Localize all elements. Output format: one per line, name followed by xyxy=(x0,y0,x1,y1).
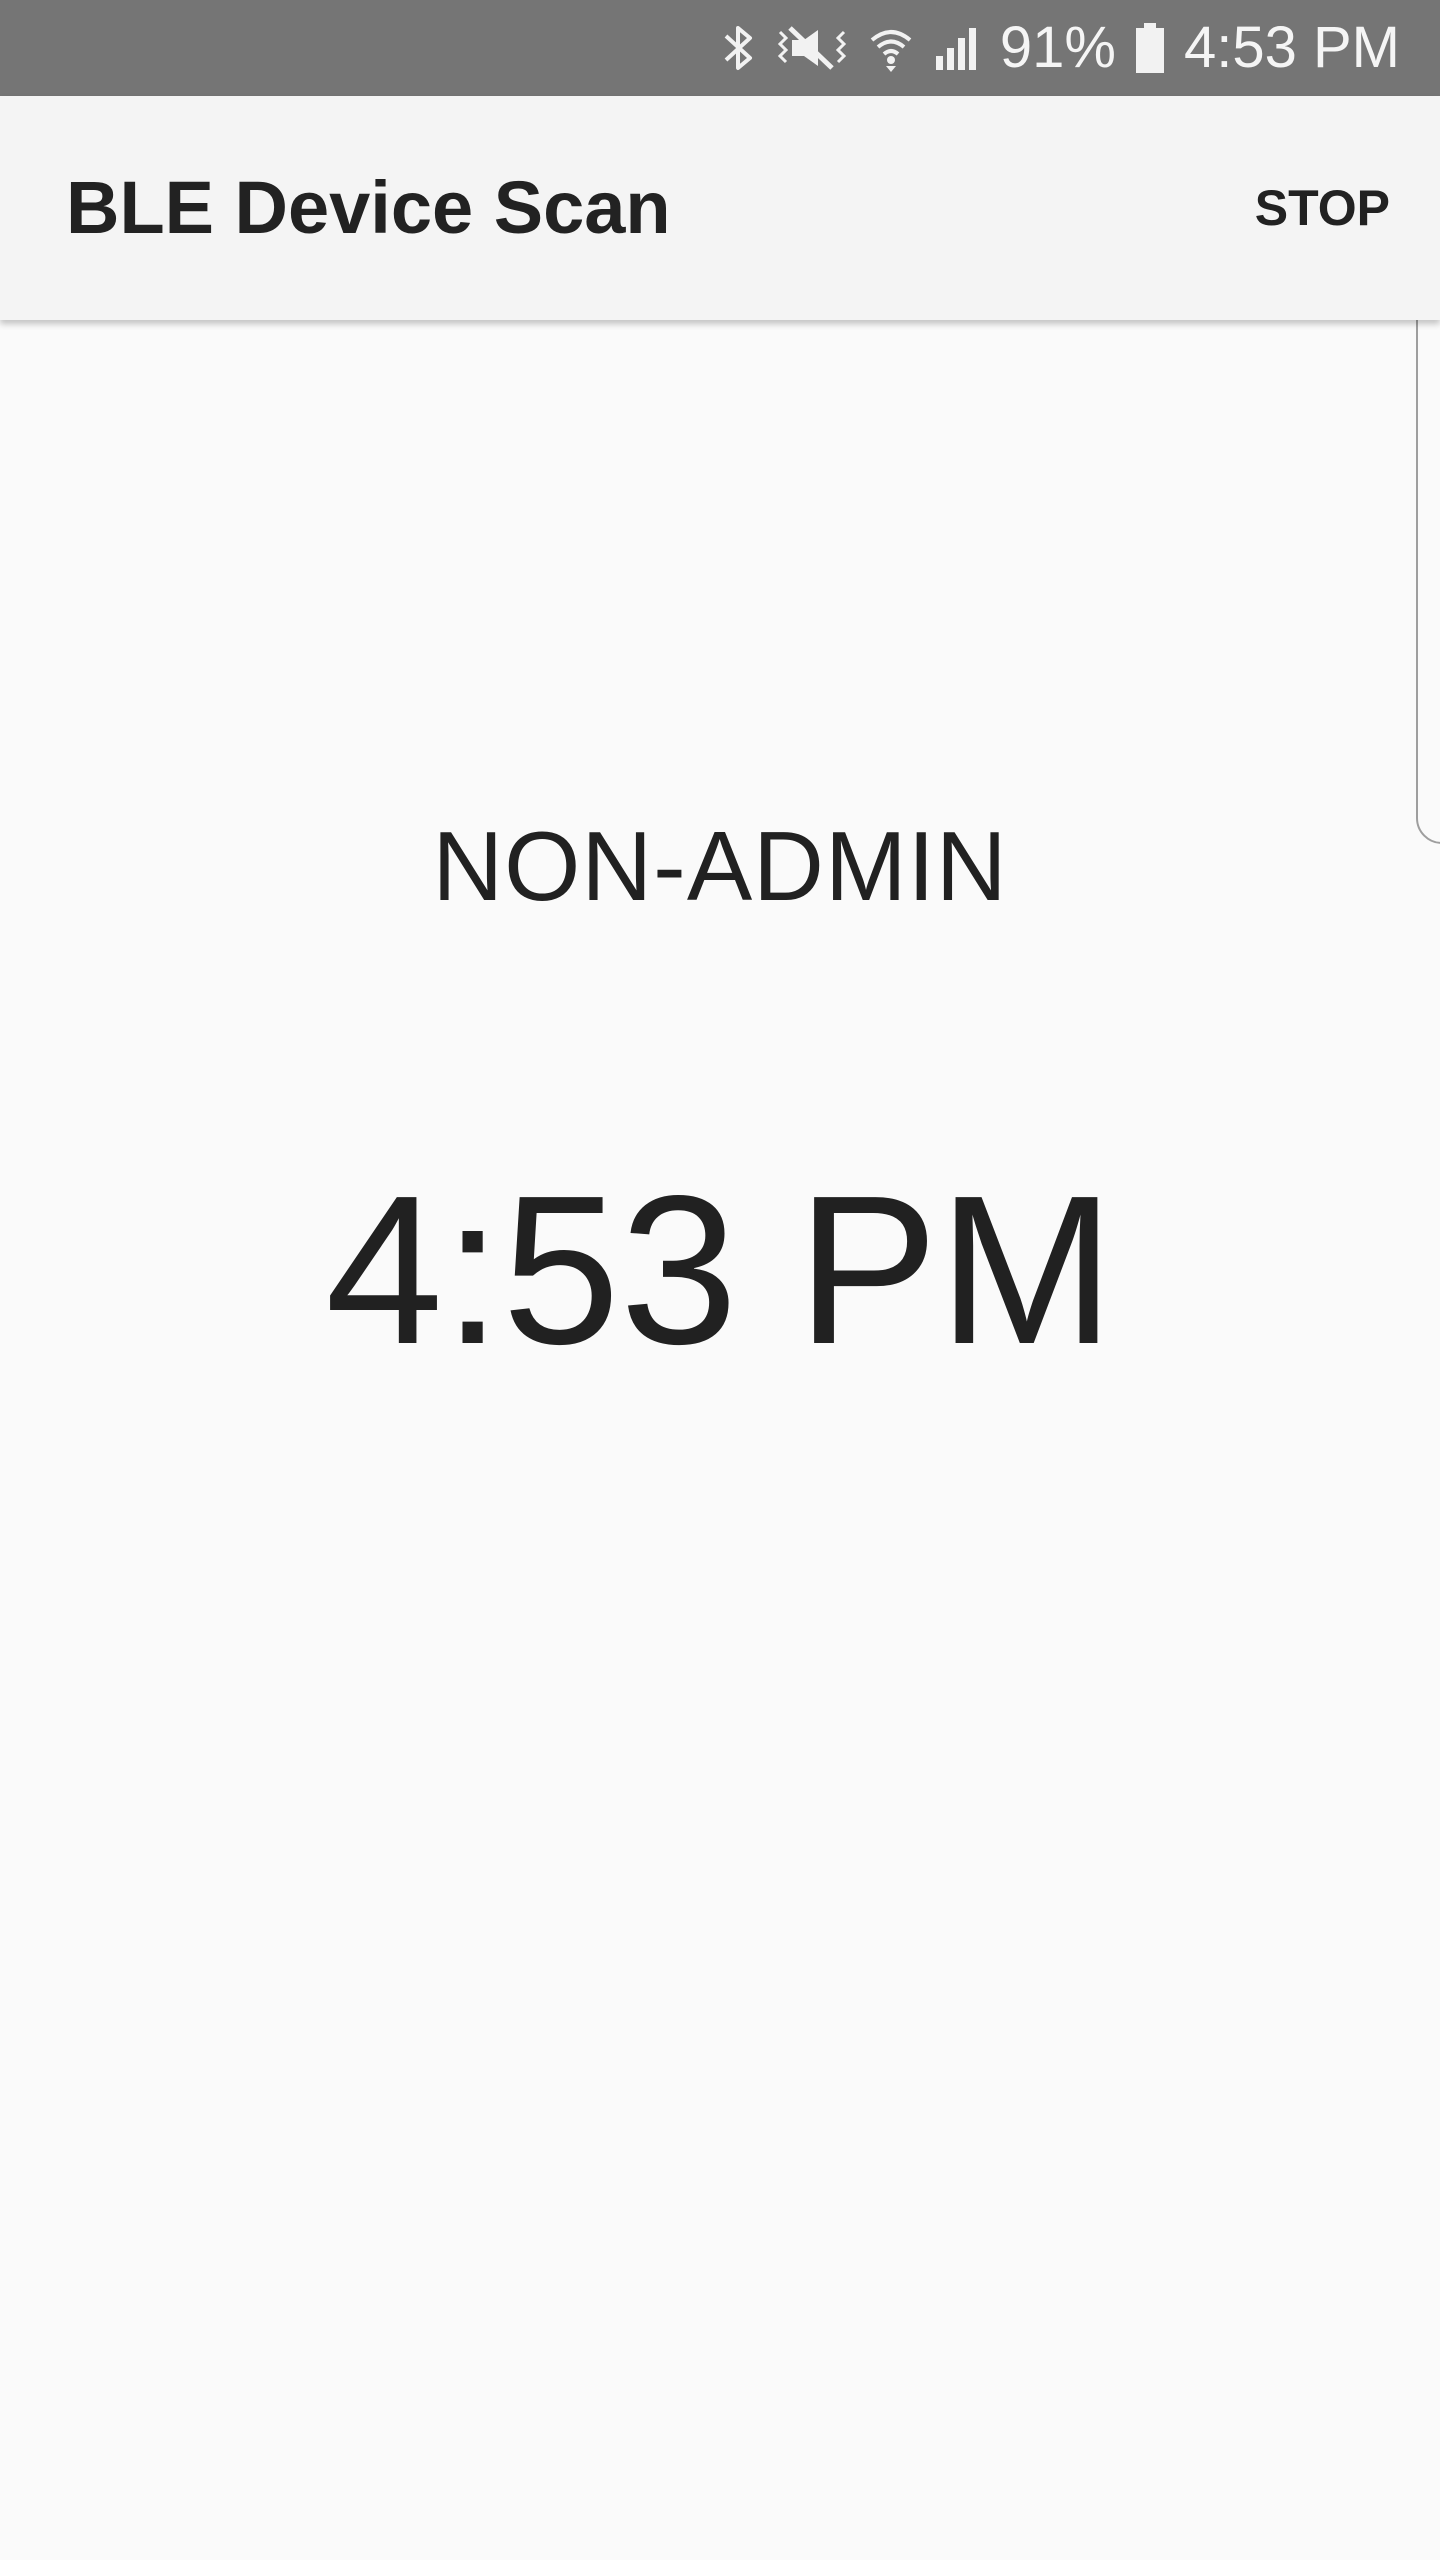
screen: 91% 4:53 PM BLE Device Scan STOP NON-ADM… xyxy=(0,0,1440,2560)
battery-icon xyxy=(1134,21,1166,75)
bluetooth-icon xyxy=(722,22,756,74)
battery-percent: 91% xyxy=(999,15,1116,80)
app-bar: BLE Device Scan STOP xyxy=(0,96,1440,320)
status-time: 4:53 PM xyxy=(1184,15,1400,80)
vibrate-mute-icon xyxy=(774,22,850,74)
clock-display: 4:53 PM xyxy=(325,1151,1115,1388)
edge-panel-handle[interactable] xyxy=(1416,256,1440,844)
stop-button[interactable]: STOP xyxy=(1251,154,1394,262)
role-label: NON-ADMIN xyxy=(432,811,1008,921)
app-title: BLE Device Scan xyxy=(66,166,671,249)
cell-signal-icon xyxy=(932,22,982,74)
wifi-icon xyxy=(868,22,914,74)
status-bar: 91% 4:53 PM xyxy=(0,0,1440,96)
status-icons: 91% 4:53 PM xyxy=(722,0,1400,96)
